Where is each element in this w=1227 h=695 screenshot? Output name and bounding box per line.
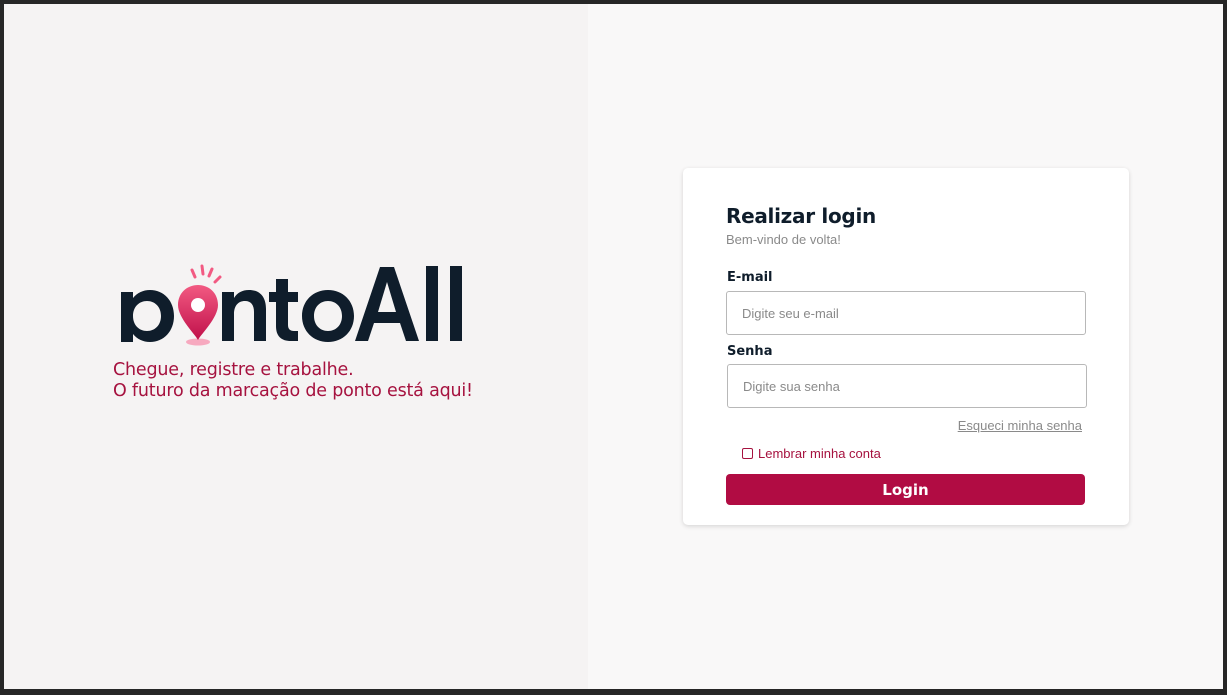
login-button[interactable]: Login xyxy=(726,474,1085,505)
brand-panel: Chegue, registre e trabalhe. O futuro da… xyxy=(4,4,588,689)
tagline: Chegue, registre e trabalhe. O futuro da… xyxy=(113,360,473,402)
login-title: Realizar login xyxy=(726,204,876,228)
login-subtitle: Bem-vindo de volta! xyxy=(726,232,841,247)
email-label: E-mail xyxy=(727,270,773,285)
login-card: Realizar login Bem-vindo de volta! E-mai… xyxy=(683,168,1129,525)
password-field[interactable] xyxy=(727,364,1087,408)
remember-label[interactable]: Lembrar minha conta xyxy=(758,446,881,461)
tagline-line-2: O futuro da marcação de ponto está aqui! xyxy=(113,381,473,401)
app-window: Chegue, registre e trabalhe. O futuro da… xyxy=(4,4,1223,689)
password-label: Senha xyxy=(727,344,773,359)
remember-checkbox[interactable] xyxy=(742,448,753,459)
pontoall-logo xyxy=(116,260,476,348)
remember-account[interactable]: Lembrar minha conta xyxy=(742,446,881,461)
location-pin-icon xyxy=(178,285,218,340)
email-field[interactable] xyxy=(726,291,1086,335)
tagline-line-1: Chegue, registre e trabalhe. xyxy=(113,360,354,380)
forgot-password-link[interactable]: Esqueci minha senha xyxy=(958,418,1082,433)
